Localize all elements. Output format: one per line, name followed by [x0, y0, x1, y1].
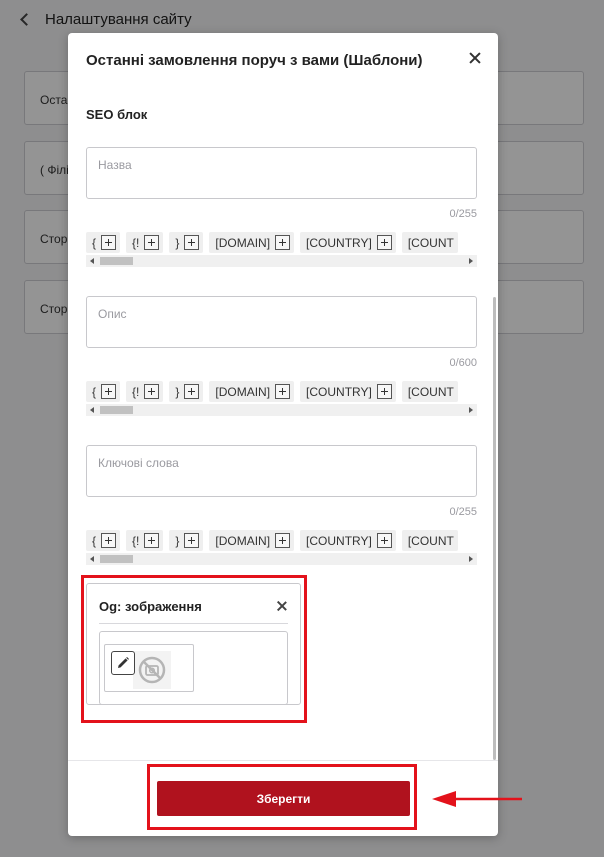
variable-tag[interactable]: {: [86, 381, 121, 402]
char-counter: 0/255: [449, 506, 477, 518]
close-icon[interactable]: [468, 51, 482, 65]
variable-tag[interactable]: [COUNT: [401, 530, 458, 551]
plus-icon[interactable]: [275, 384, 291, 399]
tag-label: [DOMAIN]: [215, 533, 271, 548]
horizontal-scrollbar[interactable]: [86, 404, 477, 416]
tag-label: [DOMAIN]: [215, 384, 271, 399]
plus-icon[interactable]: [144, 384, 160, 399]
og-image-dropzone[interactable]: [99, 631, 288, 705]
variable-tags-row: { {! } [DOMAIN] [COUNTRY] [COUNT: [86, 530, 477, 551]
og-image-thumbnail: [104, 644, 194, 692]
plus-icon[interactable]: [184, 235, 200, 250]
tag-label: [COUNTRY]: [306, 384, 372, 399]
tag-label: }: [175, 235, 180, 250]
plus-icon[interactable]: [101, 235, 117, 250]
variable-tag[interactable]: [COUNTRY]: [300, 232, 396, 253]
seo-description-field-block: 0/600 { {! } [DOMAIN] [COUNTRY] [COUNT: [86, 296, 477, 416]
variable-tag[interactable]: {!: [126, 232, 164, 253]
variable-tag[interactable]: [COUNT: [401, 232, 458, 253]
modal-title: Останні замовлення поруч з вами (Шаблони…: [86, 52, 423, 69]
horizontal-scrollbar[interactable]: [86, 255, 477, 267]
plus-icon[interactable]: [275, 235, 291, 250]
plus-icon[interactable]: [275, 533, 291, 548]
scroll-thumb[interactable]: [100, 406, 133, 414]
plus-icon[interactable]: [376, 235, 392, 250]
plus-icon[interactable]: [376, 533, 392, 548]
char-counter: 0/600: [449, 357, 477, 369]
tag-label: [COUNT: [407, 235, 454, 250]
seo-description-input[interactable]: [86, 296, 477, 348]
variable-tag[interactable]: [DOMAIN]: [209, 530, 295, 551]
horizontal-scrollbar[interactable]: [86, 553, 477, 565]
tag-label: }: [175, 533, 180, 548]
variable-tag[interactable]: }: [169, 381, 204, 402]
tag-label: {: [92, 533, 97, 548]
save-button[interactable]: Зберегти: [157, 781, 410, 816]
plus-icon[interactable]: [376, 384, 392, 399]
variable-tag[interactable]: [DOMAIN]: [209, 232, 295, 253]
plus-icon[interactable]: [101, 533, 117, 548]
variable-tag[interactable]: }: [169, 530, 204, 551]
variable-tag[interactable]: {!: [126, 530, 164, 551]
variable-tag[interactable]: {!: [126, 381, 164, 402]
tag-label: {!: [132, 533, 140, 548]
scroll-thumb[interactable]: [100, 555, 133, 563]
variable-tag[interactable]: [COUNTRY]: [300, 530, 396, 551]
tag-label: {: [92, 384, 97, 399]
scroll-left-icon[interactable]: [90, 407, 94, 413]
scroll-left-icon[interactable]: [90, 258, 94, 264]
scroll-right-icon[interactable]: [469, 258, 473, 264]
tag-label: [COUNTRY]: [306, 235, 372, 250]
plus-icon[interactable]: [184, 384, 200, 399]
tag-label: {!: [132, 235, 140, 250]
seo-title-field-block: 0/255 { {! } [DOMAIN] [COUNTRY] [COUNT: [86, 147, 477, 267]
tag-label: [COUNT: [407, 384, 454, 399]
seo-keywords-input[interactable]: [86, 445, 477, 497]
plus-icon[interactable]: [184, 533, 200, 548]
variable-tags-row: { {! } [DOMAIN] [COUNTRY] [COUNT: [86, 381, 477, 402]
tag-label: {!: [132, 384, 140, 399]
footer-divider: [68, 760, 498, 761]
og-image-card: Og: зображення: [86, 583, 301, 705]
variable-tag[interactable]: [COUNTRY]: [300, 381, 396, 402]
scroll-right-icon[interactable]: [469, 556, 473, 562]
tag-label: }: [175, 384, 180, 399]
variable-tag[interactable]: [COUNT: [401, 381, 458, 402]
og-image-title: Og: зображення: [99, 599, 202, 614]
annotation-arrow-icon: [432, 791, 522, 807]
scroll-thumb[interactable]: [100, 257, 133, 265]
plus-icon[interactable]: [144, 235, 160, 250]
seo-keywords-field-block: 0/255 { {! } [DOMAIN] [COUNTRY] [COUNT: [86, 445, 477, 565]
tag-label: [COUNT: [407, 533, 454, 548]
pencil-icon[interactable]: [111, 651, 135, 675]
tag-label: [DOMAIN]: [215, 235, 271, 250]
variable-tag[interactable]: }: [169, 232, 204, 253]
divider: [99, 623, 288, 624]
seo-block-title: SEO блок: [86, 107, 148, 122]
templates-modal: Останні замовлення поруч з вами (Шаблони…: [68, 33, 498, 836]
seo-title-input[interactable]: [86, 147, 477, 199]
no-image-icon: [133, 651, 171, 689]
plus-icon[interactable]: [101, 384, 117, 399]
variable-tags-row: { {! } [DOMAIN] [COUNTRY] [COUNT: [86, 232, 477, 253]
close-icon[interactable]: [276, 600, 288, 612]
scroll-left-icon[interactable]: [90, 556, 94, 562]
char-counter: 0/255: [449, 208, 477, 220]
tag-label: [COUNTRY]: [306, 533, 372, 548]
scroll-right-icon[interactable]: [469, 407, 473, 413]
variable-tag[interactable]: {: [86, 232, 121, 253]
variable-tag[interactable]: [DOMAIN]: [209, 381, 295, 402]
modal-header: Останні замовлення поруч з вами (Шаблони…: [68, 33, 498, 89]
plus-icon[interactable]: [144, 533, 160, 548]
variable-tag[interactable]: {: [86, 530, 121, 551]
tag-label: {: [92, 235, 97, 250]
vertical-scrollbar[interactable]: [493, 297, 496, 760]
